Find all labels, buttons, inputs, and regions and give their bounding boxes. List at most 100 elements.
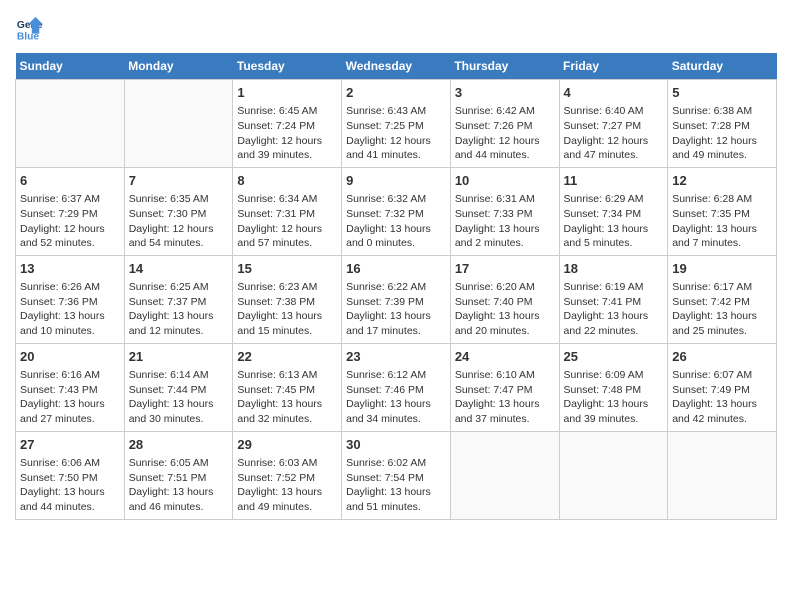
- day-number: 17: [455, 260, 555, 278]
- day-number: 25: [564, 348, 664, 366]
- day-info: Sunrise: 6:32 AM Sunset: 7:32 PM Dayligh…: [346, 192, 446, 251]
- day-info: Sunrise: 6:16 AM Sunset: 7:43 PM Dayligh…: [20, 368, 120, 427]
- day-number: 16: [346, 260, 446, 278]
- calendar-cell: 14 Sunrise: 6:25 AM Sunset: 7:37 PM Dayli…: [124, 255, 233, 343]
- day-number: 29: [237, 436, 337, 454]
- calendar-cell: 30 Sunrise: 6:02 AM Sunset: 7:54 PM Dayli…: [342, 431, 451, 519]
- day-info: Sunrise: 6:25 AM Sunset: 7:37 PM Dayligh…: [129, 280, 229, 339]
- day-number: 1: [237, 84, 337, 102]
- calendar-cell: 8 Sunrise: 6:34 AM Sunset: 7:31 PM Daylig…: [233, 167, 342, 255]
- day-number: 28: [129, 436, 229, 454]
- day-info: Sunrise: 6:07 AM Sunset: 7:49 PM Dayligh…: [672, 368, 772, 427]
- calendar-week-1: 1 Sunrise: 6:45 AM Sunset: 7:24 PM Daylig…: [16, 80, 777, 168]
- day-number: 12: [672, 172, 772, 190]
- day-info: Sunrise: 6:29 AM Sunset: 7:34 PM Dayligh…: [564, 192, 664, 251]
- day-number: 19: [672, 260, 772, 278]
- calendar-cell: 22 Sunrise: 6:13 AM Sunset: 7:45 PM Dayli…: [233, 343, 342, 431]
- calendar-cell: 23 Sunrise: 6:12 AM Sunset: 7:46 PM Dayli…: [342, 343, 451, 431]
- calendar-table: SundayMondayTuesdayWednesdayThursdayFrid…: [15, 53, 777, 520]
- calendar-cell: 13Sunrise: 6:26 AM Sunset: 7:36 PM Dayli…: [16, 255, 125, 343]
- day-number: 2: [346, 84, 446, 102]
- calendar-cell: 3Sunrise: 6:42 AM Sunset: 7:26 PM Daylig…: [450, 80, 559, 168]
- day-info: Sunrise: 6:23 AM Sunset: 7:38 PM Dayligh…: [237, 280, 337, 339]
- day-info: Sunrise: 6:20 AM Sunset: 7:40 PM Dayligh…: [455, 280, 555, 339]
- calendar-cell: 10 Sunrise: 6:31 AM Sunset: 7:33 PM Dayli…: [450, 167, 559, 255]
- calendar-cell: 15Sunrise: 6:23 AM Sunset: 7:38 PM Dayli…: [233, 255, 342, 343]
- calendar-week-4: 20 Sunrise: 6:16 AM Sunset: 7:43 PM Dayli…: [16, 343, 777, 431]
- calendar-cell: 6Sunrise: 6:37 AM Sunset: 7:29 PM Daylig…: [16, 167, 125, 255]
- calendar-cell: 29 Sunrise: 6:03 AM Sunset: 7:52 PM Dayli…: [233, 431, 342, 519]
- calendar-cell: 16 Sunrise: 6:22 AM Sunset: 7:39 PM Dayli…: [342, 255, 451, 343]
- day-info: Sunrise: 6:05 AM Sunset: 7:51 PM Dayligh…: [129, 456, 229, 515]
- day-number: 11: [564, 172, 664, 190]
- calendar-week-2: 6Sunrise: 6:37 AM Sunset: 7:29 PM Daylig…: [16, 167, 777, 255]
- calendar-cell: 18 Sunrise: 6:19 AM Sunset: 7:41 PM Dayli…: [559, 255, 668, 343]
- calendar-cell: [450, 431, 559, 519]
- day-number: 30: [346, 436, 446, 454]
- day-number: 21: [129, 348, 229, 366]
- calendar-cell: 25 Sunrise: 6:09 AM Sunset: 7:48 PM Dayli…: [559, 343, 668, 431]
- day-number: 22: [237, 348, 337, 366]
- day-info: Sunrise: 6:13 AM Sunset: 7:45 PM Dayligh…: [237, 368, 337, 427]
- day-info: Sunrise: 6:28 AM Sunset: 7:35 PM Dayligh…: [672, 192, 772, 251]
- day-number: 24: [455, 348, 555, 366]
- day-number: 9: [346, 172, 446, 190]
- calendar-cell: [16, 80, 125, 168]
- day-number: 23: [346, 348, 446, 366]
- calendar-cell: 9 Sunrise: 6:32 AM Sunset: 7:32 PM Daylig…: [342, 167, 451, 255]
- day-number: 20: [20, 348, 120, 366]
- day-number: 5: [672, 84, 772, 102]
- day-info: Sunrise: 6:38 AM Sunset: 7:28 PM Dayligh…: [672, 104, 772, 163]
- day-number: 10: [455, 172, 555, 190]
- day-number: 7: [129, 172, 229, 190]
- day-header-wednesday: Wednesday: [342, 53, 451, 80]
- day-number: 4: [564, 84, 664, 102]
- day-header-tuesday: Tuesday: [233, 53, 342, 80]
- day-info: Sunrise: 6:34 AM Sunset: 7:31 PM Dayligh…: [237, 192, 337, 251]
- calendar-cell: 2 Sunrise: 6:43 AM Sunset: 7:25 PM Daylig…: [342, 80, 451, 168]
- day-header-friday: Friday: [559, 53, 668, 80]
- calendar-cell: 11 Sunrise: 6:29 AM Sunset: 7:34 PM Dayli…: [559, 167, 668, 255]
- day-info: Sunrise: 6:12 AM Sunset: 7:46 PM Dayligh…: [346, 368, 446, 427]
- day-info: Sunrise: 6:40 AM Sunset: 7:27 PM Dayligh…: [564, 104, 664, 163]
- day-info: Sunrise: 6:19 AM Sunset: 7:41 PM Dayligh…: [564, 280, 664, 339]
- logo-icon: General Blue: [15, 15, 43, 43]
- calendar-week-3: 13Sunrise: 6:26 AM Sunset: 7:36 PM Dayli…: [16, 255, 777, 343]
- day-info: Sunrise: 6:43 AM Sunset: 7:25 PM Dayligh…: [346, 104, 446, 163]
- calendar-cell: 1 Sunrise: 6:45 AM Sunset: 7:24 PM Daylig…: [233, 80, 342, 168]
- day-number: 14: [129, 260, 229, 278]
- calendar-cell: 26 Sunrise: 6:07 AM Sunset: 7:49 PM Dayli…: [668, 343, 777, 431]
- calendar-cell: 20 Sunrise: 6:16 AM Sunset: 7:43 PM Dayli…: [16, 343, 125, 431]
- day-number: 18: [564, 260, 664, 278]
- day-header-thursday: Thursday: [450, 53, 559, 80]
- calendar-cell: 27Sunrise: 6:06 AM Sunset: 7:50 PM Dayli…: [16, 431, 125, 519]
- day-info: Sunrise: 6:09 AM Sunset: 7:48 PM Dayligh…: [564, 368, 664, 427]
- calendar-cell: [124, 80, 233, 168]
- day-header-sunday: Sunday: [16, 53, 125, 80]
- day-info: Sunrise: 6:03 AM Sunset: 7:52 PM Dayligh…: [237, 456, 337, 515]
- calendar-cell: [559, 431, 668, 519]
- page-header: General Blue: [15, 15, 777, 43]
- day-header-monday: Monday: [124, 53, 233, 80]
- calendar-cell: 19 Sunrise: 6:17 AM Sunset: 7:42 PM Dayli…: [668, 255, 777, 343]
- calendar-cell: 17 Sunrise: 6:20 AM Sunset: 7:40 PM Dayli…: [450, 255, 559, 343]
- day-number: 26: [672, 348, 772, 366]
- day-info: Sunrise: 6:22 AM Sunset: 7:39 PM Dayligh…: [346, 280, 446, 339]
- calendar-cell: 24Sunrise: 6:10 AM Sunset: 7:47 PM Dayli…: [450, 343, 559, 431]
- day-info: Sunrise: 6:17 AM Sunset: 7:42 PM Dayligh…: [672, 280, 772, 339]
- day-info: Sunrise: 6:31 AM Sunset: 7:33 PM Dayligh…: [455, 192, 555, 251]
- day-number: 8: [237, 172, 337, 190]
- logo: General Blue: [15, 15, 47, 43]
- day-number: 3: [455, 84, 555, 102]
- day-header-saturday: Saturday: [668, 53, 777, 80]
- day-info: Sunrise: 6:14 AM Sunset: 7:44 PM Dayligh…: [129, 368, 229, 427]
- day-info: Sunrise: 6:37 AM Sunset: 7:29 PM Dayligh…: [20, 192, 120, 251]
- day-info: Sunrise: 6:06 AM Sunset: 7:50 PM Dayligh…: [20, 456, 120, 515]
- calendar-cell: 12 Sunrise: 6:28 AM Sunset: 7:35 PM Dayli…: [668, 167, 777, 255]
- calendar-week-5: 27Sunrise: 6:06 AM Sunset: 7:50 PM Dayli…: [16, 431, 777, 519]
- calendar-header-row: SundayMondayTuesdayWednesdayThursdayFrid…: [16, 53, 777, 80]
- day-info: Sunrise: 6:02 AM Sunset: 7:54 PM Dayligh…: [346, 456, 446, 515]
- day-info: Sunrise: 6:45 AM Sunset: 7:24 PM Dayligh…: [237, 104, 337, 163]
- calendar-cell: 21 Sunrise: 6:14 AM Sunset: 7:44 PM Dayli…: [124, 343, 233, 431]
- day-info: Sunrise: 6:26 AM Sunset: 7:36 PM Dayligh…: [20, 280, 120, 339]
